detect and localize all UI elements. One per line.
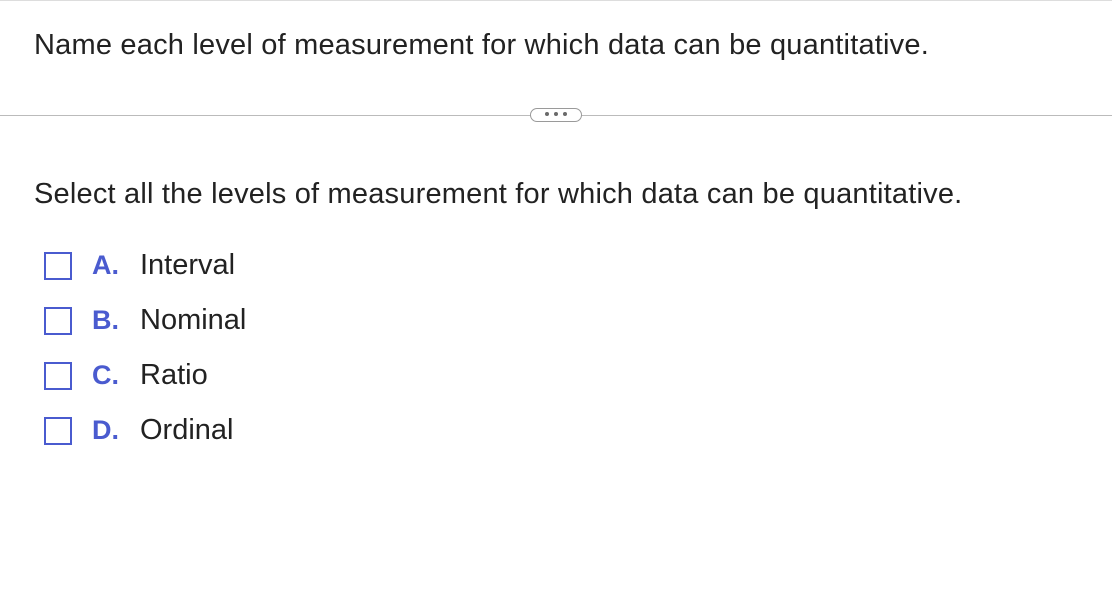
option-text: Nominal	[140, 304, 246, 337]
option-text: Interval	[140, 249, 235, 282]
ellipsis-icon	[563, 112, 567, 116]
option-text: Ordinal	[140, 414, 234, 447]
option-letter: D.	[92, 415, 130, 446]
options-list: A. Interval B. Nominal C. Ratio D. Ordin…	[0, 229, 1112, 447]
checkbox-d[interactable]	[44, 417, 72, 445]
more-options-button[interactable]	[530, 108, 582, 122]
checkbox-b[interactable]	[44, 307, 72, 335]
option-d: D. Ordinal	[44, 414, 1078, 447]
section-divider	[0, 100, 1112, 130]
option-letter: C.	[92, 360, 130, 391]
option-letter: B.	[92, 305, 130, 336]
option-a: A. Interval	[44, 249, 1078, 282]
checkbox-a[interactable]	[44, 252, 72, 280]
option-b: B. Nominal	[44, 304, 1078, 337]
checkbox-c[interactable]	[44, 362, 72, 390]
ellipsis-icon	[554, 112, 558, 116]
question-container: Name each level of measurement for which…	[0, 0, 1112, 608]
option-letter: A.	[92, 250, 130, 281]
selection-instruction: Select all the levels of measurement for…	[0, 130, 1112, 229]
option-text: Ratio	[140, 359, 208, 392]
option-c: C. Ratio	[44, 359, 1078, 392]
question-prompt: Name each level of measurement for which…	[0, 1, 1112, 100]
ellipsis-icon	[545, 112, 549, 116]
